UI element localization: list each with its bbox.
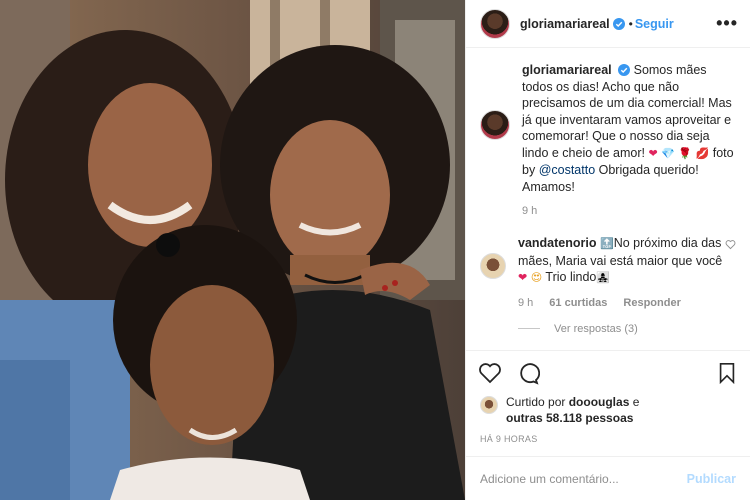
comment-text: vandatenorio 🔝No próximo dia das mães, M…: [518, 235, 725, 287]
verified-badge-icon: [612, 17, 625, 30]
post-side-panel: gloriamariareal • Seguir ••• gloriamaria…: [465, 0, 750, 500]
like-heart-icon[interactable]: [478, 361, 502, 385]
post-timestamp[interactable]: HÁ 9 HORAS: [466, 426, 750, 444]
family-emoji: 👩‍👧‍👧: [596, 271, 611, 284]
comment-time[interactable]: 9 h: [518, 297, 533, 309]
caption-time[interactable]: 9 h: [522, 205, 537, 217]
verified-badge-icon: [618, 64, 631, 76]
comment-body-2: Trio lindo: [542, 270, 597, 284]
bookmark-icon[interactable]: [716, 362, 738, 384]
liker-username[interactable]: dooouglas: [569, 395, 630, 409]
likes-summary: Curtido por dooouglas e outras 58.118 pe…: [466, 394, 750, 426]
post-photo[interactable]: [0, 0, 465, 500]
comment-likes[interactable]: 61 curtidas: [549, 297, 607, 309]
caption-avatar[interactable]: [480, 110, 510, 140]
likes-middle: e: [629, 395, 640, 409]
comment-meta: 9 h 61 curtidas Responder: [518, 297, 725, 309]
like-comment-heart-icon[interactable]: [725, 239, 736, 250]
heart-eyes-emoji: 😍: [530, 271, 543, 284]
view-replies-button[interactable]: Ver respostas (3): [518, 323, 736, 335]
instagram-post: gloriamariareal • Seguir ••• gloriamaria…: [0, 0, 750, 500]
header-separator: •: [628, 16, 633, 31]
commenter-username[interactable]: vandatenorio: [518, 236, 597, 250]
comments-section[interactable]: gloriamariareal Somos mães todos os dias…: [466, 48, 750, 350]
add-comment-bar: Adicione um comentário... Publicar: [466, 456, 750, 500]
commenter-avatar[interactable]: [480, 253, 506, 279]
caption-comment: gloriamariareal Somos mães todos os dias…: [480, 62, 736, 217]
view-replies-label: Ver respostas (3): [554, 322, 638, 335]
heart-emoji: ❤: [518, 271, 528, 284]
caption-text: gloriamariareal Somos mães todos os dias…: [522, 62, 736, 195]
caption-body-1: Somos mães todos os dias! Acho que não p…: [522, 63, 732, 160]
caption-username[interactable]: gloriamariareal: [522, 63, 612, 77]
likes-others[interactable]: outras 58.118 pessoas: [506, 411, 633, 425]
comment-input[interactable]: Adicione um comentário...: [480, 472, 687, 486]
liker-avatar[interactable]: [480, 396, 498, 414]
more-options-button[interactable]: •••: [716, 13, 738, 34]
post-actions: [466, 350, 750, 394]
view-replies-line: [518, 328, 540, 329]
post-header: gloriamariareal • Seguir •••: [466, 0, 750, 48]
photo-illustration: [0, 0, 465, 500]
author-username[interactable]: gloriamariareal: [520, 17, 610, 31]
comment-bubble-icon[interactable]: [516, 361, 540, 385]
reply-button[interactable]: Responder: [623, 297, 680, 309]
caption-emojis: ❤ 💎 🌹 💋: [648, 146, 710, 160]
likes-prefix: Curtido por: [506, 395, 569, 409]
mention-link[interactable]: @costatto: [539, 163, 595, 177]
publish-button[interactable]: Publicar: [687, 472, 736, 486]
top-emoji: 🔝: [599, 237, 614, 250]
author-avatar[interactable]: [480, 8, 510, 39]
caption-meta: 9 h: [522, 205, 736, 217]
comment-item: vandatenorio 🔝No próximo dia das mães, M…: [480, 235, 736, 309]
follow-button[interactable]: Seguir: [635, 17, 674, 31]
likes-text: Curtido por dooouglas e outras 58.118 pe…: [506, 394, 639, 426]
